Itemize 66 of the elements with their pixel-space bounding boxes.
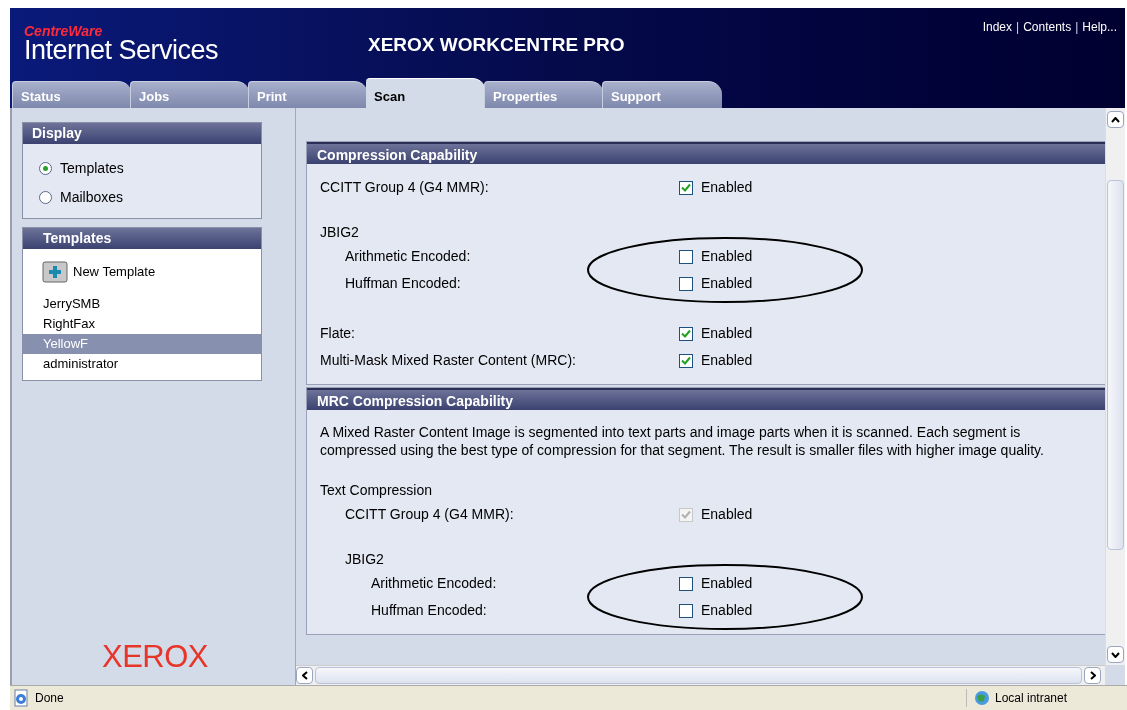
checkbox[interactable] [679,249,693,264]
brand-subtitle: CentreWare [24,24,104,38]
link-separator: | [1016,19,1020,36]
checkbox-label: Enabled [701,351,753,370]
option-label: Multi-Mask Mixed Raster Content (MRC): [320,351,577,370]
arrow-up-icon [1111,116,1120,123]
tab[interactable]: Scan [366,78,486,108]
checkbox-label: Enabled [701,178,753,197]
radio-option[interactable]: Mailboxes [39,187,261,208]
product-title: XEROX WORKCENTRE PRO [368,33,625,57]
option-label: Flate: [320,324,356,343]
header-link[interactable]: Contents [1023,18,1072,36]
group-label: JBIG2 [344,550,385,569]
checkbox[interactable] [679,326,693,341]
checkbox-label: Enabled [701,274,753,293]
vertical-scrollbar[interactable] [1105,108,1125,665]
option-label: Arithmetic Encoded: [344,247,472,266]
section-header: Compression Capability [307,142,1105,164]
scroll-down-button[interactable] [1107,646,1124,663]
option-label: Huffman Encoded: [344,274,462,293]
checkbox[interactable] [679,353,693,368]
new-template-button[interactable]: New Template [42,261,156,283]
scroll-up-button[interactable] [1107,111,1124,128]
checkbox-label: Enabled [701,505,753,524]
checkbox-label: Enabled [701,247,753,266]
xerox-logo: XEROX [102,641,209,673]
checkbox[interactable] [679,276,693,291]
scrollbar-thumb[interactable] [315,667,1082,684]
page-icon [12,689,30,707]
horizontal-scrollbar[interactable] [296,665,1105,685]
template-item[interactable]: RightFax [23,314,261,334]
globe-icon [972,689,991,707]
group-label: JBIG2 [320,223,360,242]
template-item[interactable]: JerrySMB [23,294,261,314]
option-label: Huffman Encoded: [370,601,488,620]
plus-icon [42,261,68,283]
arrow-right-icon [1089,671,1096,680]
scrollbar-thumb[interactable] [1107,180,1124,550]
checkbox[interactable] [679,603,693,618]
option-label: CCITT Group 4 (G4 MMR): [344,505,515,524]
zone-label: Local intranet [994,690,1067,707]
status-text: Done [35,690,64,707]
group-label: Text Compression [320,481,434,500]
panel-header: Display [23,123,261,144]
description-text: A Mixed Raster Content Image is segmented into text parts and image parts when it is scanned. Each segment is compressed using the best type of compression for that segment. The result is smaller files with higher image quality. [320,423,1045,459]
scroll-right-button[interactable] [1084,667,1101,684]
template-item[interactable]: administrator [23,354,261,374]
checkbox[interactable] [679,180,693,195]
arrow-left-icon [301,671,308,680]
link-separator: | [1075,19,1079,36]
section-header: MRC Compression Capability [307,388,1105,410]
option-label: Arithmetic Encoded: [370,574,498,593]
radio-option[interactable]: Templates [39,158,261,179]
radio-button[interactable] [39,162,52,175]
radio-button[interactable] [39,191,52,204]
panel-header: Templates [23,228,261,249]
checkbox-label: Enabled [701,601,753,620]
header-link[interactable]: Index [982,18,1013,36]
brand-title: Internet Services [24,38,219,62]
arrow-down-icon [1111,651,1120,658]
checkbox-label: Enabled [701,324,753,343]
checkbox-label: Enabled [701,574,753,593]
header-link[interactable]: Help... [1082,18,1117,36]
option-label: CCITT Group 4 (G4 MMR): [320,178,490,197]
scroll-left-button[interactable] [296,667,313,684]
checkbox[interactable] [679,576,693,591]
